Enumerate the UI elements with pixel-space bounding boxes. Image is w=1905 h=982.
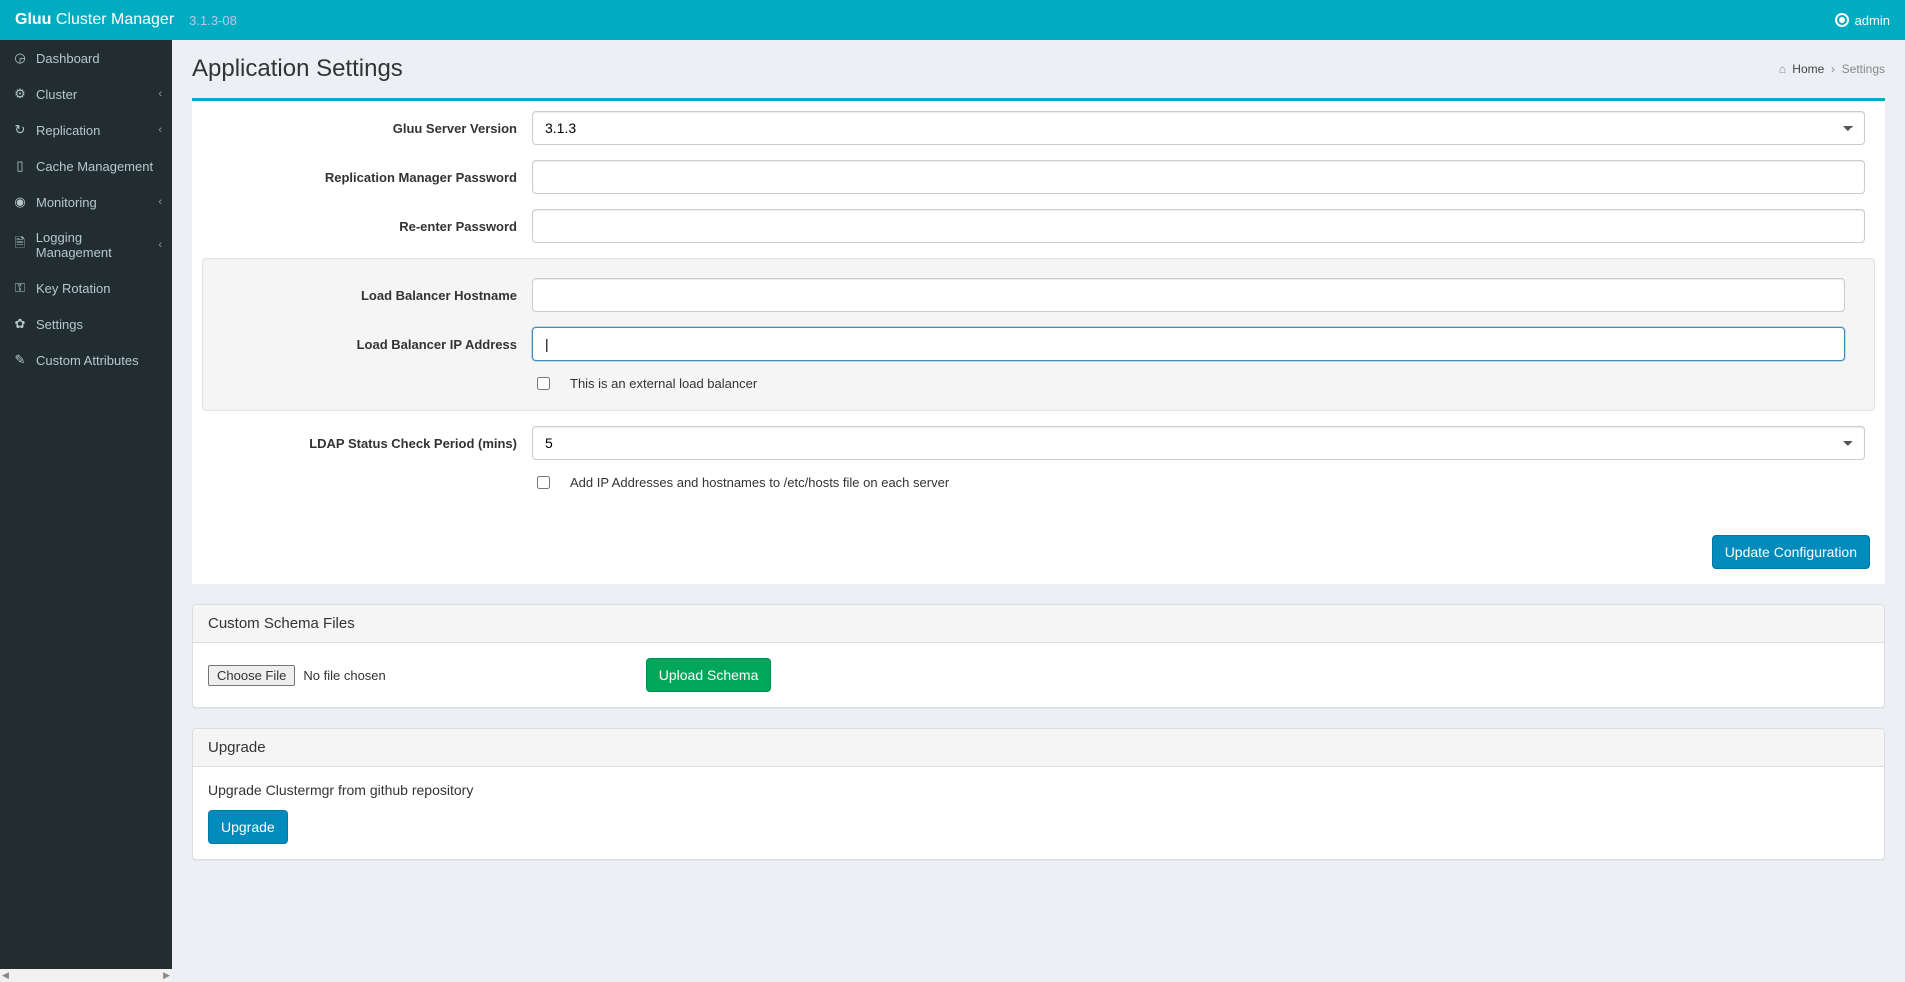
breadcrumb: ⌂ Home › Settings [1779,62,1885,76]
label-gluu-version: Gluu Server Version [202,121,532,136]
sidebar-item-replication[interactable]: ↻ Replication ‹ [0,112,172,148]
upload-schema-button[interactable]: Upload Schema [646,658,772,692]
loadbalancer-well: Load Balancer Hostname Load Balancer IP … [202,258,1875,411]
scroll-left-icon[interactable]: ◀ [2,970,9,981]
chevron-left-icon: ‹ [158,239,162,251]
label-repl-pwd2: Re-enter Password [202,219,532,234]
repl-password-input[interactable] [532,160,1865,194]
gear-icon: ✿ [12,316,28,332]
lb-hostname-input[interactable] [532,278,1845,312]
cluster-icon: ⚙ [12,86,28,102]
sidebar-item-dashboard[interactable]: ◶ Dashboard [0,40,172,76]
custom-schema-panel: Custom Schema Files Choose File No file … [192,604,1885,708]
sidebar-item-label: Dashboard [36,51,100,66]
sidebar-item-label: Monitoring [36,195,97,210]
label-ldap-period: LDAP Status Check Period (mins) [202,436,532,451]
settings-box: Gluu Server Version 3.1.3 Replication Ma… [192,98,1885,584]
sidebar-hscrollbar[interactable]: ◀ ▶ [0,969,172,982]
panel-title-schema: Custom Schema Files [193,605,1884,643]
page-title: Application Settings [192,55,403,83]
edit-icon: ✎ [12,352,28,368]
sidebar: ◶ Dashboard ⚙ Cluster ‹ ↻ Replication ‹ … [0,40,172,982]
chevron-left-icon: ‹ [158,88,162,100]
sidebar-item-label: Cluster [36,87,77,102]
ldap-period-select[interactable]: 5 [532,426,1865,460]
admin-menu[interactable]: admin [1835,13,1890,28]
file-chosen-label: No file chosen [303,668,385,683]
breadcrumb-current: Settings [1842,62,1885,76]
sidebar-item-keyrotation[interactable]: ⚿ Key Rotation [0,270,172,306]
scroll-right-icon[interactable]: ▶ [163,970,170,981]
monitoring-icon: ◉ [12,194,28,210]
replication-icon: ↻ [12,122,28,138]
sidebar-item-label: Replication [36,123,100,138]
label-lb-ip: Load Balancer IP Address [222,337,532,352]
sidebar-item-cache[interactable]: ▯ Cache Management [0,148,172,184]
sidebar-item-label: Custom Attributes [36,353,139,368]
sidebar-item-label: Cache Management [36,159,153,174]
main-header: Gluu Cluster Manager 3.1.3-08 admin [0,0,1905,40]
content: Application Settings ⌂ Home › Settings G… [172,40,1905,982]
chevron-left-icon: ‹ [158,124,162,136]
gluu-version-select[interactable]: 3.1.3 [532,111,1865,145]
sidebar-item-label: Settings [36,317,83,332]
version-label: 3.1.3-08 [189,13,237,28]
admin-label: admin [1855,13,1890,28]
sidebar-item-label: Logging Management [36,230,160,260]
chevron-left-icon: ‹ [158,196,162,208]
choose-file-button[interactable]: Choose File [208,665,295,686]
label-lb-host: Load Balancer Hostname [222,288,532,303]
breadcrumb-home[interactable]: Home [1792,62,1824,76]
sidebar-item-monitoring[interactable]: ◉ Monitoring ‹ [0,184,172,220]
sidebar-item-cluster[interactable]: ⚙ Cluster ‹ [0,76,172,112]
sidebar-item-settings[interactable]: ✿ Settings [0,306,172,342]
upgrade-panel: Upgrade Upgrade Clustermgr from github r… [192,728,1885,860]
label-add-hosts: Add IP Addresses and hostnames to /etc/h… [570,475,949,490]
logging-icon: 🗎 [12,234,28,256]
upgrade-button[interactable]: Upgrade [208,810,288,844]
home-icon: ⌂ [1779,62,1786,76]
update-configuration-button[interactable]: Update Configuration [1712,535,1870,569]
key-icon: ⚿ [12,280,28,296]
panel-title-upgrade: Upgrade [193,729,1884,767]
external-lb-checkbox[interactable] [537,377,550,390]
sidebar-item-label: Key Rotation [36,281,110,296]
brand[interactable]: Gluu Cluster Manager [15,11,174,29]
lb-ip-input[interactable] [532,327,1845,361]
sidebar-item-logging[interactable]: 🗎 Logging Management ‹ [0,220,172,270]
upgrade-text: Upgrade Clustermgr from github repositor… [208,782,1869,798]
cache-icon: ▯ [12,158,28,174]
repl-password-confirm-input[interactable] [532,209,1865,243]
label-repl-pwd: Replication Manager Password [202,170,532,185]
dashboard-icon: ◶ [12,50,28,66]
sidebar-item-custom-attributes[interactable]: ✎ Custom Attributes [0,342,172,378]
user-icon [1835,13,1849,27]
label-external-lb: This is an external load balancer [570,376,757,391]
add-hosts-checkbox[interactable] [537,476,550,489]
